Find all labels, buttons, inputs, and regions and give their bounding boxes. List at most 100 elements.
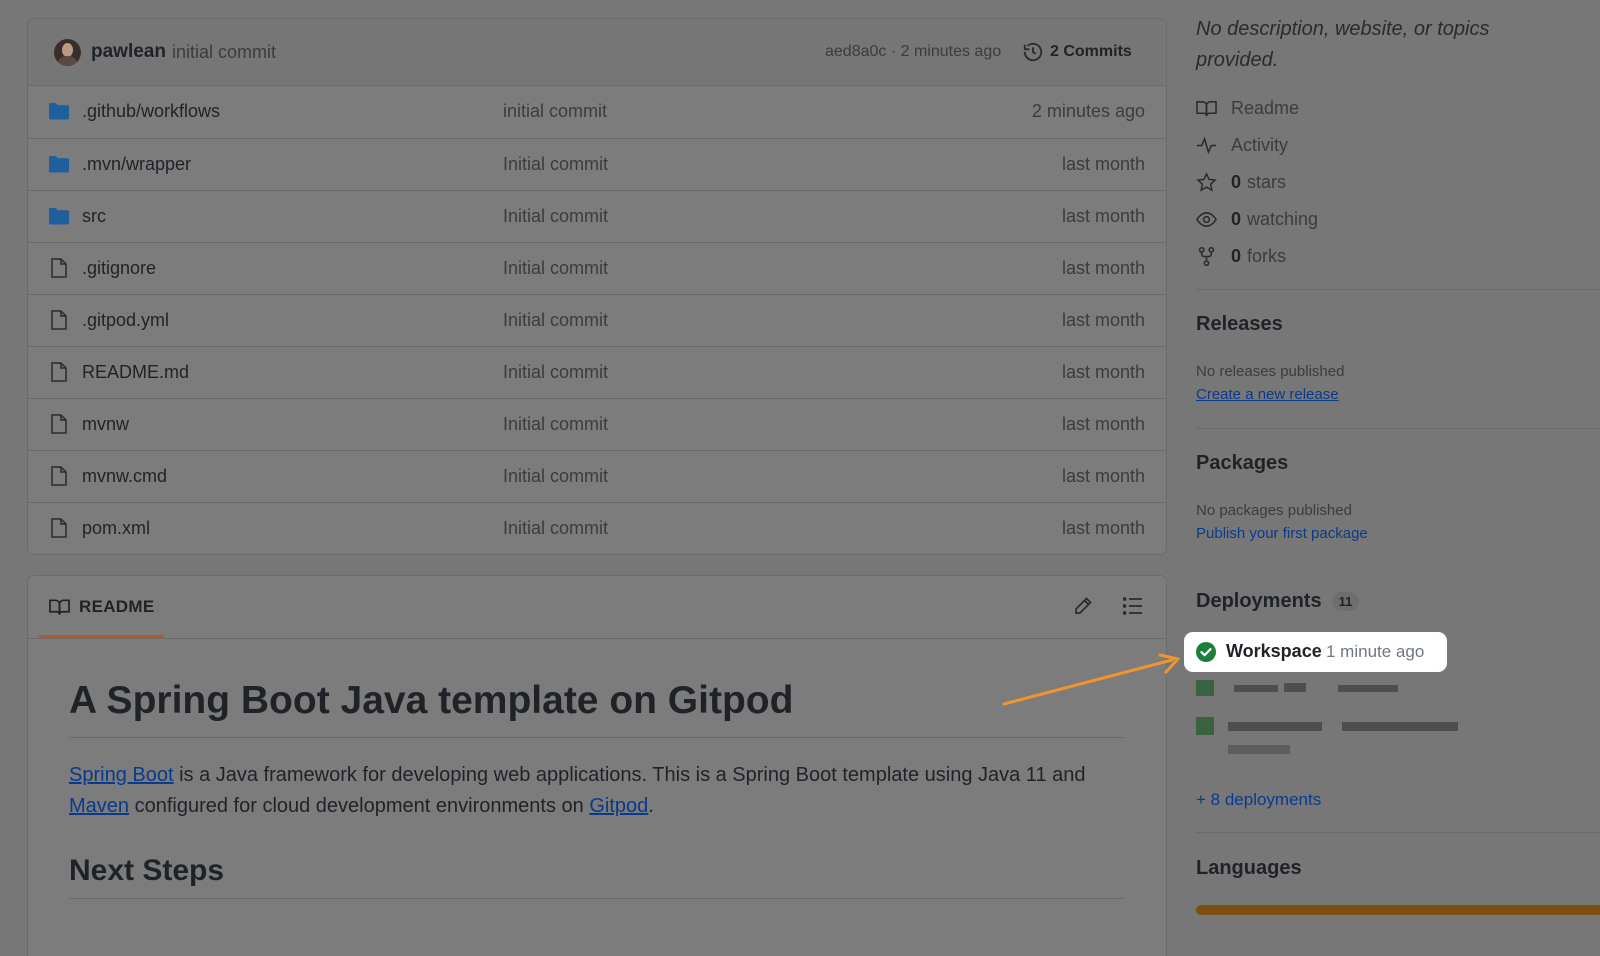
deployment-time: 1 minute ago <box>1326 642 1425 661</box>
gitpod-link[interactable]: Gitpod <box>589 795 648 817</box>
watching-link[interactable]: 0 watching <box>1196 207 1318 231</box>
publish-package-link[interactable]: Publish your first package <box>1196 525 1368 542</box>
file-commit-message[interactable]: initial commit <box>503 101 607 122</box>
table-row[interactable]: mvnw.cmd Initial commit last month <box>28 450 1166 502</box>
file-commit-message[interactable]: Initial commit <box>503 154 608 175</box>
table-row[interactable]: .github/workflows initial commit 2 minutes… <box>28 86 1166 137</box>
stars-label: stars <box>1247 171 1287 192</box>
about-description: No description, website, or topics provi… <box>1196 18 1490 71</box>
file-name[interactable]: .gitignore <box>82 258 156 279</box>
star-icon <box>1196 171 1217 192</box>
list-icon[interactable] <box>1123 597 1143 615</box>
activity-link-label: Activity <box>1231 134 1289 155</box>
file-date: last month <box>1061 154 1145 174</box>
table-row[interactable]: .mvn/wrapper Initial commit last month <box>28 138 1166 190</box>
releases-title[interactable]: Releases <box>1196 313 1283 336</box>
readme-paragraph: Spring Boot is a Java framework for deve… <box>69 760 1125 822</box>
file-name[interactable]: .gitpod.yml <box>82 310 169 331</box>
more-deployments-link[interactable]: + 8 deployments <box>1196 790 1321 810</box>
readme-title: A Spring Boot Java template on Gitpod <box>69 676 1125 738</box>
divider <box>1196 832 1600 833</box>
stars-link[interactable]: 0 stars <box>1196 170 1286 194</box>
commit-author[interactable]: pawlean <box>91 41 166 63</box>
blurred-deployment <box>1196 680 1398 696</box>
file-date: last month <box>1061 206 1145 226</box>
file-commit-message[interactable]: Initial commit <box>503 258 608 279</box>
check-circle-icon <box>1196 642 1216 662</box>
file-icon <box>51 466 67 486</box>
file-date: last month <box>1061 310 1145 330</box>
file-icon <box>51 310 67 330</box>
releases-note: No releases published <box>1196 363 1345 380</box>
divider <box>1196 428 1600 429</box>
eye-icon <box>1196 211 1217 227</box>
forks-link[interactable]: 0 forks <box>1196 244 1286 268</box>
table-row[interactable]: README.md Initial commit last month <box>28 346 1166 398</box>
file-commit-message[interactable]: Initial commit <box>503 414 608 435</box>
commit-message[interactable]: initial commit <box>172 42 276 63</box>
maven-link[interactable]: Maven <box>69 795 129 817</box>
folder-icon <box>49 156 69 173</box>
readme-link[interactable]: Readme <box>1196 96 1299 120</box>
spring-boot-link[interactable]: Spring Boot <box>69 764 174 786</box>
commits-count-link[interactable]: 2 Commits <box>1050 43 1132 61</box>
avatar[interactable] <box>54 39 81 66</box>
packages-title[interactable]: Packages <box>1196 452 1288 475</box>
table-row[interactable]: .gitignore Initial commit last month <box>28 242 1166 294</box>
repo-sidebar: No description, website, or topics provi… <box>1196 0 1600 945</box>
deployments-heading[interactable]: Deployments 11 <box>1196 590 1360 613</box>
file-icon <box>51 258 67 278</box>
file-name[interactable]: .mvn/wrapper <box>82 154 191 175</box>
language-bar <box>1196 905 1600 915</box>
table-row[interactable]: src Initial commit last month <box>28 190 1166 242</box>
workspace-deployment[interactable]: Workspace 1 minute ago <box>1184 632 1447 672</box>
file-date: last month <box>1061 362 1145 382</box>
file-date: last month <box>1061 518 1145 538</box>
book-icon <box>49 599 70 615</box>
folder-icon <box>49 208 69 225</box>
paragraph-text-2: configured for cloud development environ… <box>129 794 590 817</box>
pencil-icon[interactable] <box>1073 596 1093 616</box>
fork-icon <box>1198 246 1215 266</box>
pulse-icon <box>1196 136 1217 154</box>
table-row[interactable]: mvnw Initial commit last month <box>28 398 1166 450</box>
file-date: last month <box>1061 414 1145 434</box>
file-name[interactable]: mvnw <box>82 414 129 435</box>
tab-readme[interactable]: README <box>39 576 164 638</box>
history-icon <box>1023 42 1043 62</box>
deployments-title: Deployments <box>1196 590 1322 612</box>
file-name[interactable]: README.md <box>82 362 189 383</box>
file-commit-message[interactable]: Initial commit <box>503 466 608 487</box>
file-name[interactable]: mvnw.cmd <box>82 466 167 487</box>
table-row[interactable]: pom.xml Initial commit last month <box>28 502 1166 554</box>
file-commit-message[interactable]: Initial commit <box>503 310 608 331</box>
create-release-link[interactable]: Create a new release <box>1196 386 1339 403</box>
activity-link[interactable]: Activity <box>1196 133 1288 157</box>
forks-label: forks <box>1247 245 1287 266</box>
file-name[interactable]: pom.xml <box>82 518 150 539</box>
deployments-count-badge: 11 <box>1331 592 1360 612</box>
file-browser: pawlean initial commit aed8a0c · 2 minut… <box>27 18 1167 555</box>
file-name[interactable]: .github/workflows <box>82 101 220 122</box>
forks-count: 0 <box>1231 245 1242 266</box>
folder-icon <box>49 103 69 120</box>
stars-count: 0 <box>1231 171 1242 192</box>
paragraph-text-3: . <box>648 794 654 817</box>
commit-meta[interactable]: aed8a0c · 2 minutes ago <box>825 43 1001 61</box>
file-commit-message[interactable]: Initial commit <box>503 206 608 227</box>
file-commit-message[interactable]: Initial commit <box>503 362 608 383</box>
file-commit-message[interactable]: Initial commit <box>503 518 608 539</box>
packages-note: No packages published <box>1196 502 1352 519</box>
annotation-arrow <box>1002 653 1180 706</box>
blurred-deployment <box>1196 717 1466 754</box>
file-name[interactable]: src <box>82 206 106 227</box>
deployment-name: Workspace <box>1226 641 1322 661</box>
file-date: last month <box>1061 466 1145 486</box>
table-row[interactable]: .gitpod.yml Initial commit last month <box>28 294 1166 346</box>
watching-count: 0 <box>1231 208 1242 229</box>
next-steps-heading: Next Steps <box>69 854 1125 899</box>
file-icon <box>51 414 67 434</box>
languages-title[interactable]: Languages <box>1196 857 1302 880</box>
paragraph-text-1: is a Java framework for developing web a… <box>173 763 1086 786</box>
file-icon <box>51 362 67 382</box>
